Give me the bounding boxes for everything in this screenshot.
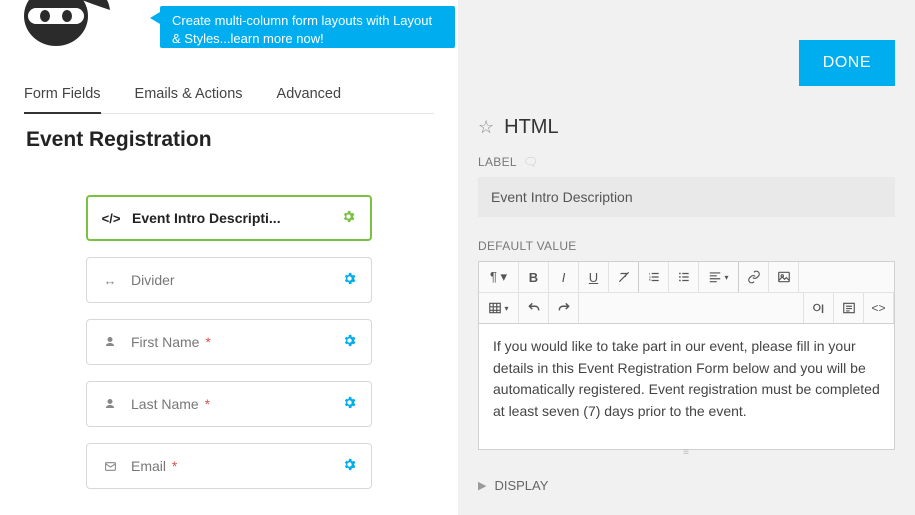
field-row-first-name[interactable]: First Name * [86,319,372,365]
align-button[interactable]: ▾ [699,262,739,292]
resize-grip[interactable]: ≡ [478,450,895,456]
field-row-email[interactable]: Email * [86,443,372,489]
ninja-logo [12,0,112,52]
image-button[interactable] [769,262,799,292]
editor-toolbar: ¶ ▾ B I U ▾ ▾ [478,261,895,324]
tab-emails-actions[interactable]: Emails & Actions [135,86,243,113]
panel-title: HTML [504,116,558,139]
field-row-last-name[interactable]: Last Name * [86,381,372,427]
clear-format-button[interactable] [609,262,639,292]
promo-banner-text: Create multi-column form layouts with La… [172,13,432,46]
done-button[interactable]: DONE [799,40,895,86]
field-label: Event Intro Descripti... [132,210,341,226]
italic-button[interactable]: I [549,262,579,292]
tab-form-fields[interactable]: Form Fields [24,86,101,114]
tab-advanced[interactable]: Advanced [277,86,342,113]
label-input[interactable] [478,177,895,217]
gear-icon[interactable] [342,271,357,290]
comment-icon[interactable]: 🗨 [523,155,539,169]
person-icon [101,336,119,348]
display-section-label: DISPLAY [494,478,548,493]
arrows-h-icon: ↔ [101,273,119,288]
link-button[interactable] [739,262,769,292]
field-row-intro[interactable]: </> Event Intro Descripti... [86,195,372,241]
field-label: Last Name * [131,396,342,412]
star-icon[interactable]: ☆ [478,117,494,138]
merge-tag-button[interactable]: ୦ן [804,293,834,323]
gear-icon[interactable] [342,395,357,414]
underline-button[interactable]: U [579,262,609,292]
rtl-button[interactable] [834,293,864,323]
label-section-header: LABEL 🗨 [478,155,895,169]
gear-icon[interactable] [342,333,357,352]
code-view-button[interactable]: <> [864,293,894,323]
code-icon: </> [102,211,120,226]
promo-banner[interactable]: Create multi-column form layouts with La… [160,6,455,48]
chevron-right-icon: ▶ [478,479,486,492]
ordered-list-button[interactable] [639,262,669,292]
form-title[interactable]: Event Registration [26,128,212,152]
default-value-editor[interactable]: If you would like to take part in our ev… [478,324,895,450]
field-label: First Name * [131,334,342,350]
redo-button[interactable] [549,293,579,323]
field-label: Divider [131,272,342,288]
person-icon [101,398,119,410]
unordered-list-button[interactable] [669,262,699,292]
main-tabs: Form Fields Emails & Actions Advanced [24,86,434,114]
display-section-toggle[interactable]: ▶ DISPLAY [478,478,895,493]
paragraph-format-button[interactable]: ¶ ▾ [479,262,519,292]
gear-icon[interactable] [342,457,357,476]
field-row-divider[interactable]: ↔ Divider [86,257,372,303]
table-button[interactable]: ▾ [479,293,519,323]
undo-button[interactable] [519,293,549,323]
gear-icon[interactable] [341,209,356,228]
envelope-icon [101,460,119,473]
bold-button[interactable]: B [519,262,549,292]
default-value-section-header: DEFAULT VALUE [478,239,895,253]
field-list: </> Event Intro Descripti... ↔ Divider F… [86,195,372,489]
field-label: Email * [131,458,342,474]
